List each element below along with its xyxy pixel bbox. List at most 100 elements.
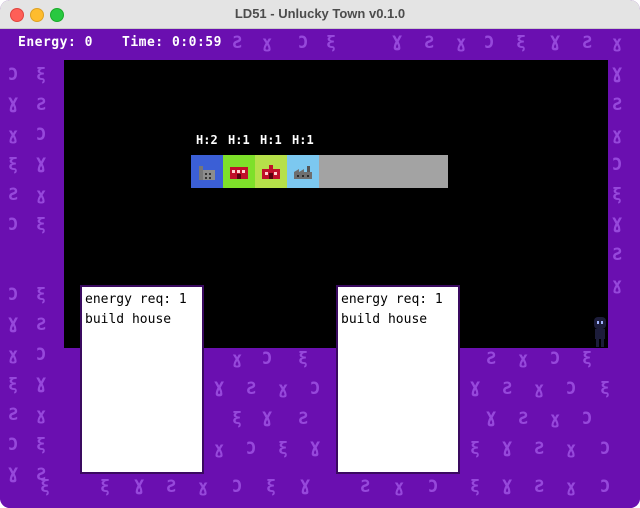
pattern-glyph: Ɣ [262, 409, 273, 429]
pattern-glyph: ξ [40, 477, 51, 497]
pattern-glyph: Ɣ [134, 477, 145, 497]
building-slot[interactable] [223, 155, 255, 188]
pattern-glyph: Ɔ [600, 477, 611, 497]
pattern-glyph: ξ [36, 215, 47, 235]
building-strip [191, 155, 448, 188]
pattern-glyph: ɣ [456, 33, 467, 53]
pattern-glyph: Ƨ [36, 315, 47, 335]
pattern-glyph: Ƨ [612, 245, 623, 265]
pattern-glyph: ɣ [36, 185, 47, 205]
factory-icon [199, 166, 215, 180]
pattern-glyph: ɣ [262, 33, 273, 53]
pattern-glyph: Ƨ [298, 409, 309, 429]
factory-icon [294, 166, 312, 179]
pattern-glyph: ξ [298, 349, 309, 369]
pattern-glyph: Ɣ [502, 439, 513, 459]
game-window: LD51 - Unlucky Town v0.1.0 ƧɣƆξƔƧɣƆξƔƧɣƆ… [0, 0, 640, 508]
title-bar: LD51 - Unlucky Town v0.1.0 [0, 0, 640, 29]
pattern-glyph: Ƨ [246, 379, 257, 399]
pattern-glyph: ɣ [518, 349, 529, 369]
pattern-glyph: ɣ [612, 275, 623, 295]
pattern-glyph: ɣ [550, 409, 561, 429]
card-energy-requirement: energy req: 1 [341, 292, 443, 307]
pattern-glyph: Ɣ [612, 65, 623, 85]
pattern-glyph: Ɔ [550, 349, 561, 369]
pattern-glyph: ξ [100, 477, 111, 497]
slot-label: H:1 [228, 133, 250, 147]
pattern-glyph: ξ [612, 185, 623, 205]
pattern-glyph: ξ [470, 477, 481, 497]
pattern-glyph: Ɣ [310, 439, 321, 459]
pattern-glyph: ξ [326, 33, 337, 53]
pattern-glyph: Ƨ [534, 439, 545, 459]
pattern-glyph: ɣ [566, 439, 577, 459]
building-slot[interactable] [255, 155, 287, 188]
build-card[interactable]: energy req: 1 build house [80, 285, 204, 474]
pattern-glyph: Ƨ [232, 33, 243, 53]
pattern-glyph: Ɣ [392, 33, 403, 53]
pattern-glyph: Ɣ [612, 215, 623, 235]
townsperson-sprite [594, 317, 606, 347]
energy-counter: Energy: 0 [18, 35, 93, 50]
pattern-glyph: Ɔ [8, 285, 19, 305]
pattern-glyph: ξ [232, 409, 243, 429]
card-action: build house [341, 312, 428, 327]
house-icon [230, 167, 248, 179]
pattern-glyph: Ƨ [534, 477, 545, 497]
building-slot[interactable] [191, 155, 223, 188]
card-action: build house [85, 312, 172, 327]
pattern-glyph: Ɔ [8, 65, 19, 85]
pattern-glyph: ɣ [612, 125, 623, 145]
pattern-glyph: Ɣ [8, 95, 19, 115]
pattern-glyph: ɣ [394, 477, 405, 497]
pattern-glyph: Ƨ [8, 405, 19, 425]
pattern-glyph: ɣ [8, 125, 19, 145]
pattern-glyph: Ɔ [232, 477, 243, 497]
pattern-glyph: Ɔ [246, 439, 257, 459]
pattern-glyph: ɣ [36, 405, 47, 425]
pattern-glyph: Ɔ [8, 435, 19, 455]
pattern-glyph: Ɔ [310, 379, 321, 399]
slot-label: H:2 [196, 133, 218, 147]
pattern-glyph: Ɔ [612, 155, 623, 175]
pattern-glyph: Ƨ [8, 185, 19, 205]
pattern-glyph: ɣ [8, 345, 19, 365]
pattern-glyph: ɣ [214, 439, 225, 459]
pattern-glyph: ξ [36, 435, 47, 455]
build-card[interactable]: energy req: 1 build house [336, 285, 460, 474]
pattern-glyph: Ɔ [566, 379, 577, 399]
pattern-glyph: Ɣ [470, 379, 481, 399]
building-slot[interactable] [287, 155, 319, 188]
pattern-glyph: ɣ [566, 477, 577, 497]
pattern-glyph: ξ [36, 285, 47, 305]
slot-label: H:1 [292, 133, 314, 147]
card-energy-requirement: energy req: 1 [85, 292, 187, 307]
pattern-glyph: Ɔ [484, 33, 495, 53]
pattern-glyph: Ƨ [582, 33, 593, 53]
pattern-glyph: Ɣ [300, 477, 311, 497]
pattern-glyph: Ɔ [582, 409, 593, 429]
pattern-glyph: Ɣ [502, 477, 513, 497]
pattern-glyph: ξ [278, 439, 289, 459]
pattern-glyph: Ɣ [486, 409, 497, 429]
pattern-glyph: Ƨ [36, 95, 47, 115]
pattern-glyph: Ƨ [518, 409, 529, 429]
pattern-glyph: Ɔ [428, 477, 439, 497]
pattern-glyph: Ɣ [214, 379, 225, 399]
pattern-glyph: Ɣ [36, 155, 47, 175]
pattern-glyph: Ƨ [502, 379, 513, 399]
pattern-glyph: ξ [582, 349, 593, 369]
pattern-glyph: ξ [516, 33, 527, 53]
pattern-glyph: ξ [36, 65, 47, 85]
pattern-glyph: ɣ [198, 477, 209, 497]
pattern-glyph: Ƨ [166, 477, 177, 497]
pattern-glyph: Ƨ [424, 33, 435, 53]
game-canvas[interactable]: ƧɣƆξƔƧɣƆξƔƧɣƆξƔƧɣƆξƔƧɣƆξƔƧɣƆξƔƧɣƆξƔƧɣƆξƔ… [0, 29, 640, 508]
pattern-glyph: Ƨ [612, 95, 623, 115]
pattern-glyph: Ɣ [8, 315, 19, 335]
time-counter: Time: 0:0:59 [122, 35, 222, 50]
pattern-glyph: Ɔ [600, 439, 611, 459]
pattern-glyph: Ɣ [550, 33, 561, 53]
pattern-glyph: Ɔ [262, 349, 273, 369]
pattern-glyph: Ɔ [298, 33, 309, 53]
